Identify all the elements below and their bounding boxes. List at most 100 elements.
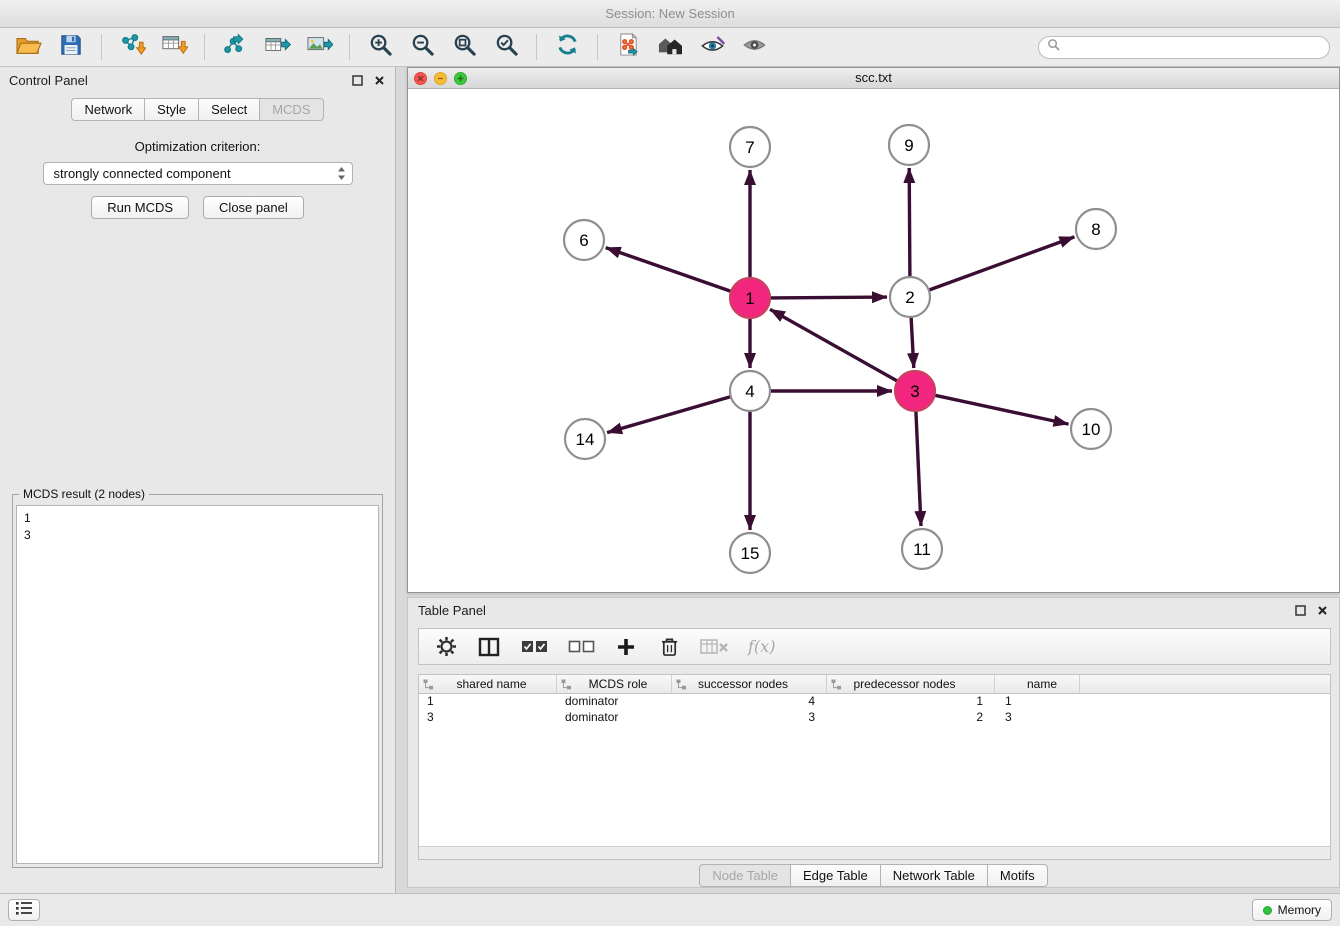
close-window-icon[interactable] — [414, 72, 427, 85]
column-header-name[interactable]: name — [995, 675, 1080, 693]
table-cell[interactable]: 3 — [672, 710, 827, 726]
column-header-mcds-role[interactable]: MCDS role — [557, 675, 672, 693]
graph-edge-4-14[interactable] — [607, 397, 731, 433]
open-network-file-button[interactable] — [609, 31, 647, 63]
import-table-icon — [160, 33, 188, 62]
task-history-button[interactable] — [8, 899, 40, 921]
import-table-button[interactable] — [155, 31, 193, 63]
table-cell[interactable]: 4 — [672, 694, 827, 710]
graph-edge-3-1[interactable] — [770, 309, 898, 381]
export-network-button[interactable] — [216, 31, 254, 63]
table-row[interactable]: 1 dominator 4 1 1 — [419, 694, 1330, 710]
import-network-button[interactable] — [113, 31, 151, 63]
table-panel-title: Table Panel — [418, 603, 486, 618]
column-header-successor-nodes[interactable]: successor nodes — [672, 675, 827, 693]
control-panel-title: Control Panel — [9, 73, 88, 88]
export-table-button[interactable] — [258, 31, 296, 63]
column-header-predecessor-nodes[interactable]: predecessor nodes — [827, 675, 995, 693]
select-all-columns-icon[interactable] — [519, 634, 549, 660]
mcds-result-text[interactable]: 1 3 — [16, 505, 379, 864]
network-window-titlebar[interactable]: scc.txt — [408, 68, 1339, 89]
graph-edge-2-3[interactable] — [911, 317, 914, 368]
tab-style[interactable]: Style — [144, 98, 198, 121]
table-cell[interactable]: 1 — [995, 694, 1080, 710]
float-table-panel-icon[interactable] — [1293, 603, 1307, 617]
refresh-view-button[interactable] — [548, 31, 586, 63]
close-panel-icon[interactable] — [372, 73, 386, 87]
tab-edge-table[interactable]: Edge Table — [790, 864, 880, 887]
open-session-button[interactable] — [10, 31, 48, 63]
search-input[interactable] — [1065, 40, 1321, 55]
toolbar-separator — [204, 34, 205, 60]
table-cell[interactable]: 1 — [419, 694, 557, 710]
zoom-in-button[interactable] — [361, 31, 399, 63]
tab-select[interactable]: Select — [198, 98, 259, 121]
tab-motifs[interactable]: Motifs — [987, 864, 1048, 887]
table-cell[interactable]: 3 — [995, 710, 1080, 726]
zoom-selected-icon — [494, 32, 519, 62]
tab-mcds[interactable]: MCDS — [259, 98, 323, 121]
deselect-all-columns-icon[interactable] — [566, 634, 596, 660]
optimization-criterion-label: Optimization criterion: — [0, 139, 395, 154]
table-cell[interactable]: dominator — [557, 694, 672, 710]
table-settings-gear-icon[interactable] — [433, 634, 459, 660]
table-horizontal-scrollbar[interactable] — [419, 846, 1330, 859]
network-window: scc.txt 7968124314101511 — [407, 67, 1340, 593]
minimize-window-icon[interactable] — [434, 72, 447, 85]
table-cell — [1080, 710, 1330, 726]
refresh-icon — [555, 32, 580, 62]
zoom-fit-button[interactable] — [445, 31, 483, 63]
column-tree-icon — [676, 679, 687, 693]
save-session-button[interactable] — [52, 31, 90, 63]
graph-edge-3-11[interactable] — [916, 411, 921, 526]
table-cell[interactable]: 1 — [827, 694, 995, 710]
memory-button[interactable]: Memory — [1252, 899, 1332, 921]
criterion-dropdown[interactable]: strongly connected component — [43, 162, 353, 185]
graph-edge-1-6[interactable] — [606, 248, 731, 292]
close-panel-button[interactable]: Close panel — [203, 196, 304, 219]
column-tree-icon — [423, 679, 434, 693]
graph-edge-1-2[interactable] — [770, 297, 887, 298]
table-row[interactable]: 3 dominator 3 2 3 — [419, 710, 1330, 726]
column-label: name — [1027, 677, 1057, 691]
home-button[interactable] — [651, 31, 689, 63]
column-label: predecessor nodes — [853, 677, 955, 691]
graph-node-label: 8 — [1091, 220, 1100, 239]
table-cell[interactable]: dominator — [557, 710, 672, 726]
graph-edge-3-10[interactable] — [935, 395, 1069, 424]
column-header-shared-name[interactable]: shared name — [419, 675, 557, 693]
show-graphics-details-button[interactable] — [693, 31, 731, 63]
graph-node-label: 3 — [910, 382, 919, 401]
export-image-button[interactable] — [300, 31, 338, 63]
export-table-icon — [263, 33, 291, 62]
column-header-filler — [1080, 675, 1330, 693]
add-column-icon[interactable] — [613, 634, 639, 660]
delete-column-icon[interactable] — [656, 634, 682, 660]
mcds-result-group: MCDS result (2 nodes) 1 3 — [12, 494, 383, 868]
split-columns-icon[interactable] — [476, 634, 502, 660]
mcds-result-title: MCDS result (2 nodes) — [19, 487, 149, 501]
column-tree-icon — [561, 679, 572, 693]
run-mcds-button[interactable]: Run MCDS — [91, 196, 189, 219]
tab-network-table[interactable]: Network Table — [880, 864, 987, 887]
zoom-out-button[interactable] — [403, 31, 441, 63]
open-folder-icon — [15, 33, 43, 62]
float-panel-icon[interactable] — [350, 73, 364, 87]
maximize-window-icon[interactable] — [454, 72, 467, 85]
graph-edge-2-9[interactable] — [909, 168, 910, 277]
eye-icon — [741, 33, 768, 62]
network-file-icon — [617, 32, 640, 62]
tab-node-table[interactable]: Node Table — [699, 864, 790, 887]
zoom-selected-button[interactable] — [487, 31, 525, 63]
toolbar-separator — [597, 34, 598, 60]
search-box[interactable] — [1038, 36, 1330, 59]
hide-graphics-details-button[interactable] — [735, 31, 773, 63]
network-canvas[interactable]: 7968124314101511 — [408, 89, 1339, 592]
tab-network[interactable]: Network — [71, 98, 144, 121]
table-cell[interactable]: 3 — [419, 710, 557, 726]
delete-table-icon — [699, 634, 731, 660]
graph-edge-2-8[interactable] — [929, 237, 1075, 290]
close-table-panel-icon[interactable] — [1315, 603, 1329, 617]
table-cell[interactable]: 2 — [827, 710, 995, 726]
result-line: 1 — [24, 510, 371, 527]
